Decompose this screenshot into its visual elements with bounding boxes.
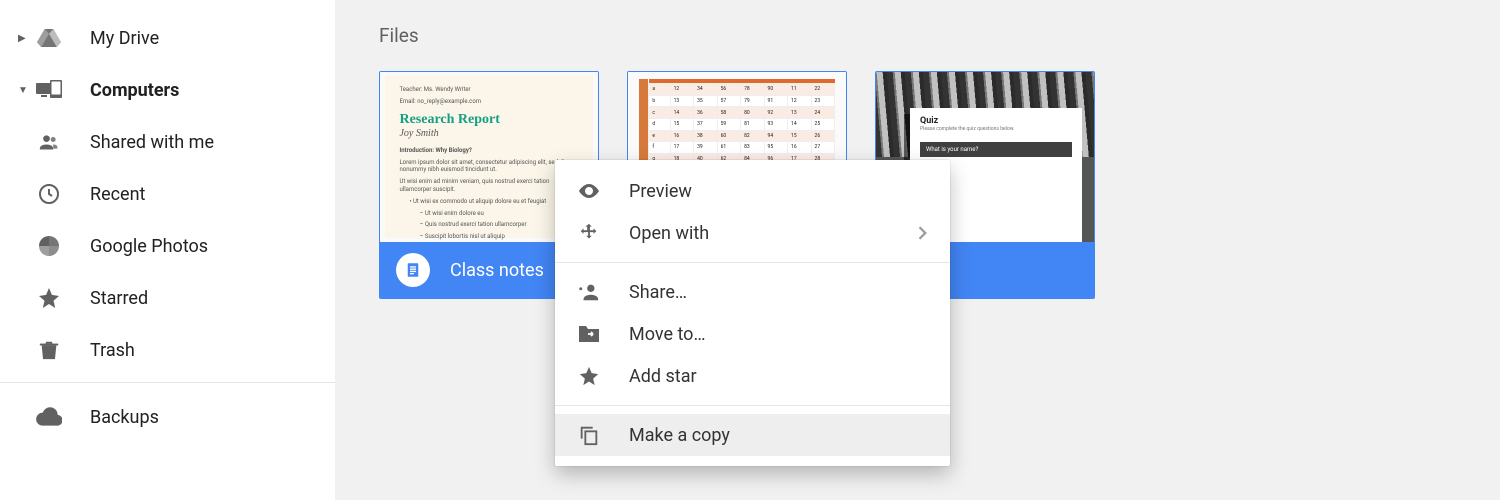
context-menu-label: Share… — [629, 282, 928, 303]
sidebar-item-my-drive[interactable]: ▶ My Drive — [0, 12, 335, 64]
sidebar-item-label: Shared with me — [90, 132, 214, 153]
sidebar-item-label: Backups — [90, 407, 159, 428]
sidebar-item-label: My Drive — [90, 28, 159, 49]
sidebar-item-shared[interactable]: Shared with me — [0, 116, 335, 168]
sidebar-item-trash[interactable]: Trash — [0, 324, 335, 376]
google-docs-icon — [396, 253, 430, 287]
file-title: Class notes — [450, 260, 544, 281]
context-menu-open-with[interactable]: Open with — [555, 212, 950, 254]
move-arrows-icon — [577, 221, 601, 245]
sidebar-item-google-photos[interactable]: Google Photos — [0, 220, 335, 272]
context-menu-separator — [555, 262, 950, 263]
sidebar-item-label: Computers — [90, 80, 179, 101]
context-menu-label: Add star — [629, 366, 928, 387]
eye-icon — [577, 179, 601, 203]
sidebar-item-starred[interactable]: Starred — [0, 272, 335, 324]
chevron-right-icon: ▶ — [18, 33, 30, 44]
photos-icon — [36, 233, 62, 259]
context-menu-label: Make a copy — [629, 425, 928, 446]
context-menu-share[interactable]: Share… — [555, 271, 950, 313]
people-icon — [36, 129, 62, 155]
context-menu-label: Move to… — [629, 324, 928, 345]
context-menu: Preview Open with Share… — [555, 160, 950, 466]
sidebar-item-backups[interactable]: Backups — [0, 391, 335, 443]
main-content: Files Teacher: Ms. Wendy Writer Email: n… — [335, 0, 1500, 500]
chevron-right-icon — [918, 226, 928, 240]
sidebar: ▶ My Drive ▼ Computers Shared with me — [0, 0, 335, 500]
clock-icon — [36, 181, 62, 207]
person-add-icon — [577, 280, 601, 304]
context-menu-move-to[interactable]: Move to… — [555, 313, 950, 355]
chevron-down-icon: ▼ — [18, 85, 30, 96]
sidebar-item-label: Recent — [90, 184, 145, 205]
star-icon — [36, 285, 62, 311]
drive-icon — [36, 25, 62, 51]
star-icon — [577, 364, 601, 388]
context-menu-label: Preview — [629, 181, 928, 202]
context-menu-add-star[interactable]: Add star — [555, 355, 950, 397]
sidebar-item-label: Starred — [90, 288, 148, 309]
cloud-icon — [36, 404, 62, 430]
context-menu-separator — [555, 405, 950, 406]
computers-icon — [36, 77, 62, 103]
context-menu-preview[interactable]: Preview — [555, 170, 950, 212]
sidebar-item-computers[interactable]: ▼ Computers — [0, 64, 335, 116]
sidebar-divider — [0, 382, 335, 383]
sidebar-item-recent[interactable]: Recent — [0, 168, 335, 220]
sidebar-item-label: Trash — [90, 340, 135, 361]
copy-icon — [577, 423, 601, 447]
folder-move-icon — [577, 322, 601, 346]
sidebar-item-label: Google Photos — [90, 236, 208, 257]
context-menu-label: Open with — [629, 223, 918, 244]
trash-icon — [36, 337, 62, 363]
context-menu-make-a-copy[interactable]: Make a copy — [555, 414, 950, 456]
section-title: Files — [379, 24, 1456, 47]
